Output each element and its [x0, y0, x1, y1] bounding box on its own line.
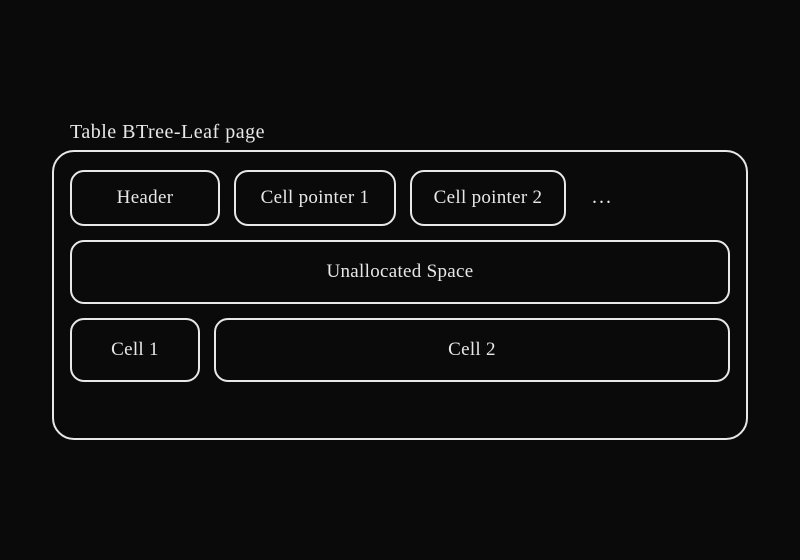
bottom-row: Cell 1 Cell 2: [70, 318, 730, 382]
header-box: Header: [70, 170, 220, 226]
unallocated-space-box: Unallocated Space: [70, 240, 730, 304]
top-row: Header Cell pointer 1 Cell pointer 2 ...: [70, 170, 730, 226]
ellipsis: ...: [592, 186, 613, 209]
cell-pointer-1-box: Cell pointer 1: [234, 170, 396, 226]
page-container: Header Cell pointer 1 Cell pointer 2 ...…: [52, 150, 748, 440]
diagram-title: Table BTree-Leaf page: [70, 121, 748, 144]
cell-pointer-2-box: Cell pointer 2: [410, 170, 566, 226]
middle-row: Unallocated Space: [70, 240, 730, 304]
cell-1-box: Cell 1: [70, 318, 200, 382]
cell-2-box: Cell 2: [214, 318, 730, 382]
